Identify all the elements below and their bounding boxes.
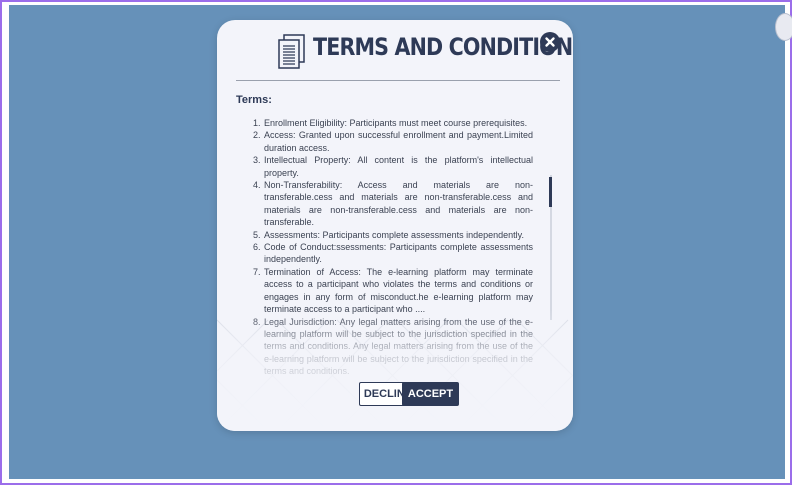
close-icon xyxy=(545,37,555,47)
list-item: 5. Assessments: Participants complete ass… xyxy=(253,229,524,240)
modal-title: TERMS AND CONDITION xyxy=(313,33,573,61)
list-item: 4. Non-Transferability: Access and materi… xyxy=(253,180,533,228)
edge-handle[interactable] xyxy=(775,13,792,41)
list-item: 7. Termination of Access: The e-learning … xyxy=(253,266,533,315)
terms-modal: TERMS AND CONDITION Terms: 1. Enrollment … xyxy=(217,20,573,431)
list-item: 1. Enrollment Eligibility: Participants m… xyxy=(253,118,528,128)
document-icon xyxy=(278,34,305,69)
terms-list: 1. Enrollment Eligibility: Participants m… xyxy=(253,117,533,378)
list-item: 6. Code of Conduct:ssessments: Participan… xyxy=(253,242,533,265)
header-divider xyxy=(236,80,560,81)
list-item: 2. Access: Granted upon successful enroll… xyxy=(253,130,533,153)
modal-header: TERMS AND CONDITION xyxy=(217,20,573,82)
list-item: 3. Intellectual Property: All content is … xyxy=(253,155,533,178)
accept-button[interactable]: ACCEPT xyxy=(402,382,459,406)
terms-heading: Terms: xyxy=(236,94,272,106)
list-item: 8. Legal Jurisdiction: Any legal matters … xyxy=(253,316,533,377)
close-button[interactable] xyxy=(540,32,560,52)
scrollbar-thumb[interactable] xyxy=(549,177,552,207)
terms-scroll-area[interactable]: 1. Enrollment Eligibility: Participants m… xyxy=(253,117,533,419)
